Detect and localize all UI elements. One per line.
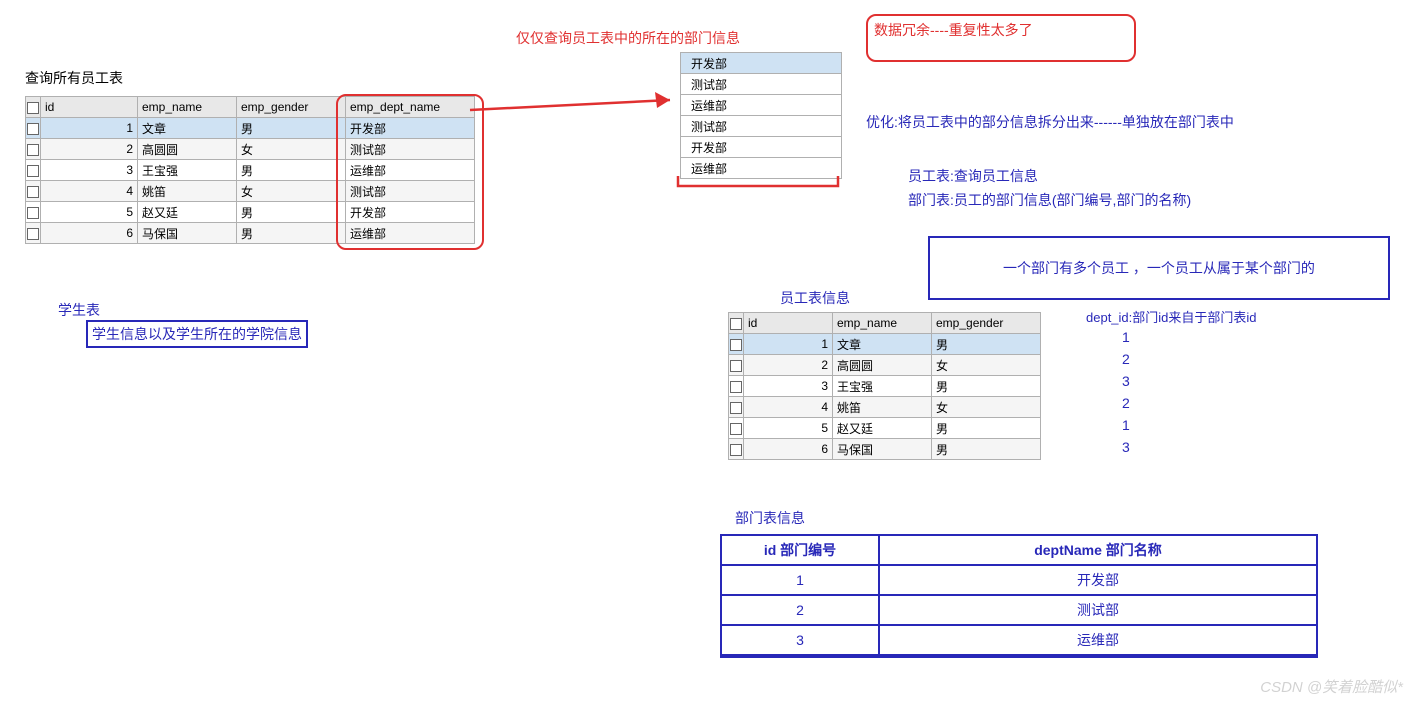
table-row: 1文章男 bbox=[729, 334, 1041, 355]
title-emp-info: 员工表信息 bbox=[780, 288, 850, 308]
table-header-row: id emp_name emp_gender emp_dept_name bbox=[26, 97, 475, 118]
deptid-item: 1 bbox=[1122, 414, 1130, 436]
box-redundant: 数据冗余----重复性太多了 bbox=[866, 14, 1136, 62]
table-row: 3王宝强男运维部 bbox=[26, 160, 475, 181]
table-row: 测试部 bbox=[681, 74, 842, 95]
text-deptid-note: dept_id:部门id来自于部门表id bbox=[1086, 307, 1257, 326]
table-row: 4姚笛女测试部 bbox=[26, 181, 475, 202]
title-query-all: 查询所有员工表 bbox=[25, 68, 123, 88]
text-student-info: 学生信息以及学生所在的学院信息 bbox=[92, 326, 302, 342]
emp-table-2: id emp_name emp_gender 1文章男2高圆圆女3王宝强男4姚笛… bbox=[728, 312, 1041, 460]
deptid-item: 1 bbox=[1122, 326, 1130, 348]
emp-table: id emp_name emp_gender emp_dept_name 1文章… bbox=[25, 96, 475, 244]
text-dept-desc: 部门表:员工的部门信息(部门编号,部门的名称) bbox=[908, 190, 1191, 210]
table-row: 6马保国男 bbox=[729, 439, 1041, 460]
table-row: 开发部 bbox=[681, 53, 842, 74]
deptid-item: 3 bbox=[1122, 370, 1130, 392]
text-emp-desc: 员工表:查询员工信息 bbox=[908, 166, 1038, 186]
table-row: 1文章男开发部 bbox=[26, 118, 475, 139]
deptid-item: 2 bbox=[1122, 392, 1130, 414]
table-row: 5赵又廷男开发部 bbox=[26, 202, 475, 223]
dept-only-table: 开发部测试部运维部测试部开发部运维部 bbox=[680, 52, 842, 179]
watermark: CSDN @笑着脸酷似* bbox=[1260, 676, 1403, 697]
title-dept-info: 部门表信息 bbox=[735, 508, 805, 528]
deptid-item: 3 bbox=[1122, 436, 1130, 458]
table-row: 2高圆圆女 bbox=[729, 355, 1041, 376]
text-relation: 一个部门有多个员工 ，一个员工从属于某个部门的 bbox=[1003, 258, 1315, 278]
text-redundant: 数据冗余----重复性太多了 bbox=[874, 22, 1033, 38]
table-row: 2测试部 bbox=[722, 595, 1316, 625]
arrow-icon bbox=[460, 70, 690, 130]
table-row: 3王宝强男 bbox=[729, 376, 1041, 397]
box-relation: 一个部门有多个员工 ，一个员工从属于某个部门的 bbox=[928, 236, 1390, 300]
deptid-list: 123213 bbox=[1122, 326, 1130, 458]
box-student-info: 学生信息以及学生所在的学院信息 bbox=[86, 320, 308, 348]
table-header-row: id 部门编号 deptName 部门名称 bbox=[722, 536, 1316, 565]
table-row: 测试部 bbox=[681, 116, 842, 137]
table-row: 运维部 bbox=[681, 95, 842, 116]
dept-table: id 部门编号 deptName 部门名称 1开发部2测试部3运维部 bbox=[720, 534, 1318, 658]
table-row: 6马保国男运维部 bbox=[26, 223, 475, 244]
title-student-table: 学生表 bbox=[58, 300, 100, 320]
text-optimize: 优化:将员工表中的部分信息拆分出来------单独放在部门表中 bbox=[866, 112, 1234, 132]
deptid-item: 2 bbox=[1122, 348, 1130, 370]
table-header-row: id emp_name emp_gender bbox=[729, 313, 1041, 334]
table-row: 1开发部 bbox=[722, 565, 1316, 595]
table-row: 2高圆圆女测试部 bbox=[26, 139, 475, 160]
label-query-dept: 仅仅查询员工表中的所在的部门信息 bbox=[516, 28, 740, 48]
table-row: 5赵又廷男 bbox=[729, 418, 1041, 439]
table-row: 开发部 bbox=[681, 137, 842, 158]
red-bracket-icon bbox=[676, 174, 846, 190]
table-row: 4姚笛女 bbox=[729, 397, 1041, 418]
table-row: 3运维部 bbox=[722, 625, 1316, 655]
